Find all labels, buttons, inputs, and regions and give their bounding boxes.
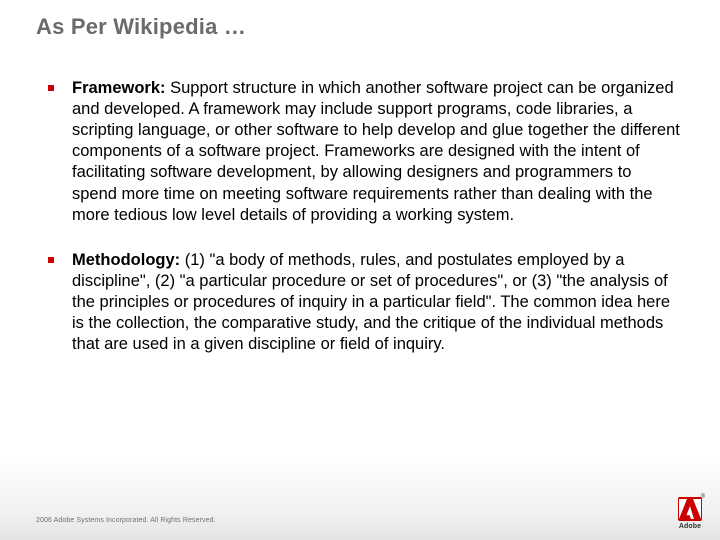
adobe-a-glyph-icon [679, 499, 701, 519]
bullet-text: Methodology: (1) "a body of methods, rul… [72, 250, 680, 356]
bullet-body: Support structure in which another softw… [72, 79, 680, 224]
bullet-marker-icon [48, 85, 54, 91]
bullet-term: Framework: [72, 79, 166, 97]
slide-title: As Per Wikipedia … [36, 14, 246, 40]
slide: As Per Wikipedia … Framework: Support st… [0, 0, 720, 540]
adobe-logo-block: ® Adobe [678, 497, 702, 530]
bullet-item: Methodology: (1) "a body of methods, rul… [48, 250, 680, 356]
adobe-logo-icon: ® [678, 497, 702, 521]
slide-content: Framework: Support structure in which an… [48, 78, 680, 379]
adobe-brand-text: Adobe [678, 523, 702, 530]
copyright-footer: 2006 Adobe Systems Incorporated. All Rig… [36, 517, 216, 524]
bullet-text: Framework: Support structure in which an… [72, 78, 680, 226]
bullet-term: Methodology: [72, 251, 180, 269]
bullet-marker-icon [48, 257, 54, 263]
registered-mark-icon: ® [701, 494, 705, 500]
bullet-item: Framework: Support structure in which an… [48, 78, 680, 226]
